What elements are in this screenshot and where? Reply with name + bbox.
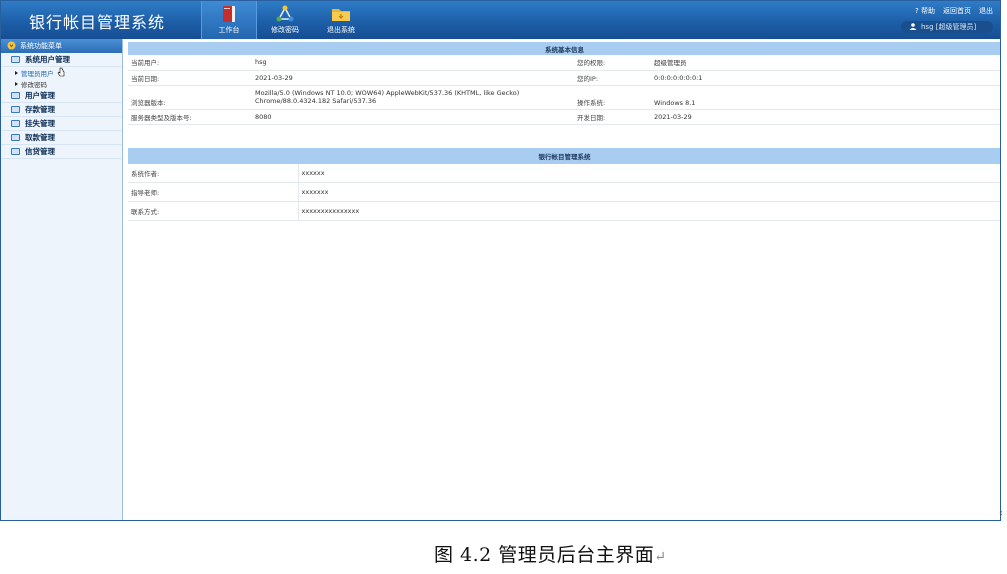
menu-withdrawals[interactable]: 取款管理 [1,131,122,145]
menu-system-users[interactable]: 系统用户管理 [1,53,122,67]
menu-users[interactable]: 用户管理 [1,89,122,103]
logout-link[interactable]: 退出 [979,6,993,16]
user-name: hsg [超级管理员] [921,23,977,31]
app-window: 银行帐目管理系统 工作台 修改密码 退出系统 ? 帮助 返回首页 退出 hsg … [0,0,1001,521]
sub-admin-users[interactable]: 管理员用户 [1,67,122,78]
table-row: 浏览器版本: Mozilla/5.0 (Windows NT 10.0; WOW… [128,85,1000,110]
menu-loss-report[interactable]: 挂失管理 [1,117,122,131]
table-row: 当前日期: 2021-03-29 您的IP: 0:0:0:0:0:0:0:1 [128,70,1000,86]
sidebar-title: 系统功能菜单 [1,39,122,53]
menu-icon [11,120,20,127]
main-content: 系统基本信息 当前用户: hsg 您的权限: 超级管理员 当前日期: 2021-… [128,39,1000,221]
return-mark-icon: ↵ [654,549,667,565]
network-icon [275,5,295,23]
bullet-icon [15,70,18,75]
toolbar: 工作台 修改密码 退出系统 [201,1,369,39]
menu-icon [11,92,20,99]
tool-change-password[interactable]: 修改密码 [257,1,313,39]
table-row: 服务器类型及版本号: 8080 开发日期: 2021-03-29 [128,109,1000,125]
system-info-title: 系统基本信息 [128,39,1000,55]
tool-label: 修改密码 [271,26,299,34]
tool-exit[interactable]: 退出系统 [313,1,369,39]
figure-caption: 图 4.2 管理员后台主界面↵ [434,540,667,567]
home-link[interactable]: 返回首页 [943,6,971,16]
sub-change-password[interactable]: 修改密码 [1,78,122,89]
table-row: 当前用户: hsg 您的权限: 超级管理员 [128,55,1000,71]
tool-label: 工作台 [218,26,240,34]
app-info-table: 系统作者: xxxxxx 指导老师: xxxxxxx 联系方式: xxxxxxx… [128,163,1000,221]
sidebar: 系统功能菜单 系统用户管理 管理员用户 修改密码 用户管理 存款管理 挂失管理 … [1,39,123,520]
top-links: ? 帮助 返回首页 退出 [915,6,993,16]
edge-mark: ‹ [999,508,1003,519]
tool-label: 退出系统 [327,26,355,34]
table-row: 联系方式: xxxxxxxxxxxxxxx [128,201,1000,221]
tool-workbench[interactable]: 工作台 [201,1,257,39]
system-info-table: 当前用户: hsg 您的权限: 超级管理员 当前日期: 2021-03-29 您… [128,55,1000,125]
user-badge: hsg [超级管理员] [901,21,993,33]
caption-text: 图 4.2 管理员后台主界面 [434,544,655,566]
app-title: 银行帐目管理系统 [29,13,166,32]
menu-deposits[interactable]: 存款管理 [1,103,122,117]
bullet-icon [15,81,18,86]
help-icon: ? [915,7,919,15]
folder-icon [331,5,351,23]
menu-icon [11,148,20,155]
app-info-title: 银行帐目管理系统 [128,144,1000,164]
book-icon [219,5,239,23]
menu-icon [11,134,20,141]
table-row: 系统作者: xxxxxx [128,163,1000,183]
menu-credit[interactable]: 信贷管理 [1,145,122,159]
menu-icon [11,106,20,113]
menu-icon [11,56,20,63]
pointer-cursor-icon [57,67,66,79]
table-row: 指导老师: xxxxxxx [128,182,1000,202]
user-icon [909,22,917,32]
menu-icon [7,41,16,52]
header: 银行帐目管理系统 工作台 修改密码 退出系统 ? 帮助 返回首页 退出 hsg … [1,1,1000,39]
help-link[interactable]: ? 帮助 [915,6,935,16]
